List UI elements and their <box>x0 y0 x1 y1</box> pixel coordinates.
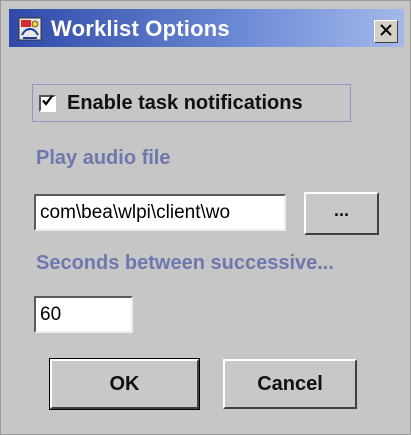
audio-file-path-field[interactable]: com\bea\wlpi\client\wo <box>34 194 286 231</box>
window-title: Worklist Options <box>51 16 230 41</box>
enable-notifications-option[interactable]: Enable task notifications <box>32 84 351 122</box>
ok-button[interactable]: OK <box>49 358 200 410</box>
close-button[interactable] <box>374 20 398 43</box>
seconds-field[interactable]: 60 <box>34 296 133 333</box>
close-icon <box>380 23 392 41</box>
browse-audio-button[interactable]: ... <box>304 192 379 235</box>
title-bar[interactable]: Worklist Options <box>9 9 404 47</box>
app-icon <box>18 17 42 41</box>
checkmark-icon <box>41 94 54 112</box>
enable-notifications-checkbox[interactable] <box>39 94 56 112</box>
play-audio-label: Play audio file <box>36 147 171 169</box>
seconds-between-label: Seconds between successive... <box>36 252 334 274</box>
cancel-button[interactable]: Cancel <box>223 359 357 409</box>
enable-notifications-label: Enable task notifications <box>67 91 303 114</box>
browse-button-label: ... <box>333 200 349 220</box>
worklist-options-dialog: Worklist Options Enable task notificatio… <box>0 0 411 435</box>
